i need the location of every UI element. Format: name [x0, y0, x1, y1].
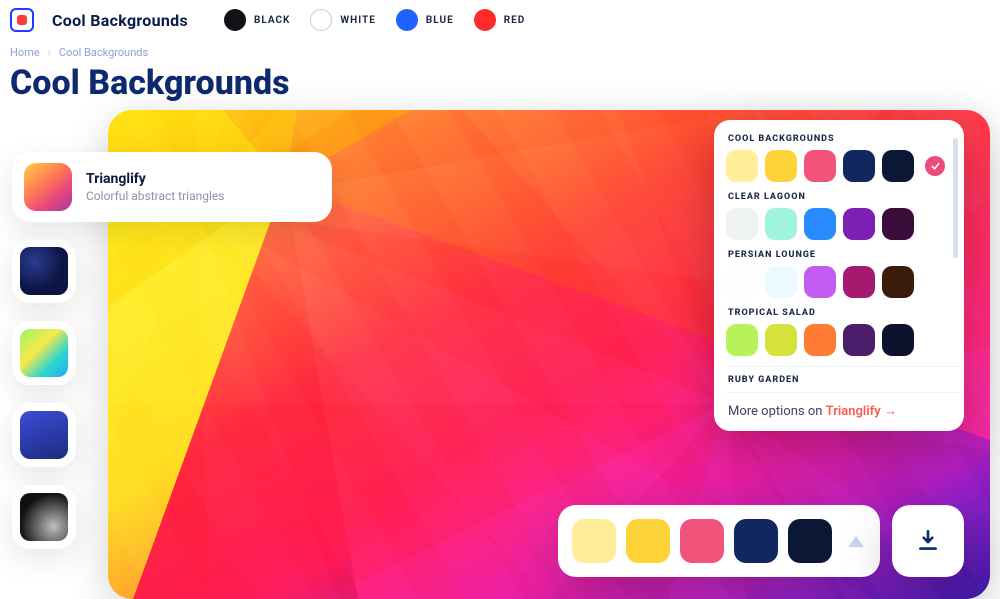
palette-chip	[843, 208, 875, 240]
palette-label: RUBY GARDEN	[728, 366, 962, 385]
palette-label: PERSIAN LOUNGE	[728, 250, 962, 260]
generator-name: Trianglify	[86, 171, 224, 187]
generator-subtitle: Colorful abstract triangles	[86, 189, 224, 203]
palette-label: CLEAR LAGOON	[728, 192, 962, 202]
theme-option-black[interactable]: BLACK	[224, 9, 290, 31]
brand-title: Cool Backgrounds	[52, 11, 188, 30]
breadcrumb: Home › Cool Backgrounds	[10, 46, 990, 59]
theme-option-red[interactable]: RED	[474, 9, 526, 31]
selected-generator-card[interactable]: Trianglify Colorful abstract triangles	[12, 152, 332, 222]
palette-row[interactable]	[726, 208, 962, 240]
palette-chip	[726, 324, 758, 356]
theme-option-blue[interactable]: BLUE	[396, 9, 454, 31]
more-options-link[interactable]: Trianglify →	[826, 404, 897, 419]
more-options-prefix: More options on	[728, 404, 826, 419]
bottom-bar	[558, 505, 964, 577]
palette-chip	[765, 324, 797, 356]
chevron-right-icon: ›	[48, 46, 51, 59]
breadcrumb-home[interactable]: Home	[10, 46, 40, 59]
palette-label: TROPICAL SALAD	[728, 308, 962, 318]
breadcrumb-current: Cool Backgrounds	[59, 46, 148, 59]
swatch-icon	[224, 9, 246, 31]
palette-chip	[680, 519, 724, 563]
palette-chip	[726, 266, 758, 298]
download-icon	[915, 528, 941, 554]
palette-scroll[interactable]: COOL BACKGROUNDS CLEAR LAGOON PERSIAN LOUN…	[726, 130, 962, 392]
palette-chip	[804, 150, 836, 182]
palette-chip	[765, 150, 797, 182]
scrollbar[interactable]	[953, 138, 958, 258]
generator-thumbnail	[20, 247, 68, 295]
palette-chip	[765, 266, 797, 298]
palette-chip	[726, 208, 758, 240]
palette-chip	[882, 150, 914, 182]
palette-chip	[788, 519, 832, 563]
generator-thumbnail	[20, 493, 68, 541]
generator-tile-topography[interactable]	[12, 403, 76, 467]
palette-chip	[843, 324, 875, 356]
generator-thumbnail	[20, 329, 68, 377]
palette-row[interactable]	[726, 324, 962, 356]
palette-chip	[843, 266, 875, 298]
palette-chip	[626, 519, 670, 563]
swatch-icon	[474, 9, 496, 31]
palette-chip	[804, 266, 836, 298]
page-header: Home › Cool Backgrounds Cool Backgrounds	[0, 40, 1000, 103]
palette-chip	[726, 150, 758, 182]
palette-label: COOL BACKGROUNDS	[728, 134, 962, 144]
theme-option-label: WHITE	[340, 15, 375, 26]
generator-thumbnail	[20, 411, 68, 459]
current-palette-button[interactable]	[558, 505, 880, 577]
app-bar: Cool Backgrounds BLACK WHITE BLUE RED	[0, 0, 1000, 40]
theme-option-label: BLUE	[426, 15, 454, 26]
theme-option-label: BLACK	[254, 15, 290, 26]
download-button[interactable]	[892, 505, 964, 577]
palette-chip	[765, 208, 797, 240]
caret-up-icon	[848, 536, 864, 547]
palette-chip	[882, 266, 914, 298]
palette-picker-popup: COOL BACKGROUNDS CLEAR LAGOON PERSIAN LOUN…	[714, 120, 964, 431]
more-options-row: More options on Trianglify →	[726, 392, 962, 431]
generator-tile-gradient[interactable]	[12, 321, 76, 385]
palette-chip	[882, 324, 914, 356]
swatch-icon	[396, 9, 418, 31]
palette-chip	[882, 208, 914, 240]
theme-option-white[interactable]: WHITE	[310, 9, 375, 31]
palette-chip	[572, 519, 616, 563]
generator-tile-particles[interactable]	[12, 239, 76, 303]
palette-chip	[804, 208, 836, 240]
theme-color-options: BLACK WHITE BLUE RED	[224, 9, 525, 31]
generator-tile-spiral[interactable]	[12, 485, 76, 549]
palette-row[interactable]	[726, 150, 962, 182]
generator-thumbnail	[24, 163, 72, 211]
palette-row[interactable]	[726, 266, 962, 298]
swatch-icon	[310, 9, 332, 31]
page-title: Cool Backgrounds	[10, 63, 990, 103]
palette-chip	[734, 519, 778, 563]
check-icon	[925, 156, 945, 176]
palette-chip	[804, 324, 836, 356]
theme-option-label: RED	[504, 15, 526, 26]
palette-chip	[843, 150, 875, 182]
app-logo-icon	[10, 8, 34, 32]
